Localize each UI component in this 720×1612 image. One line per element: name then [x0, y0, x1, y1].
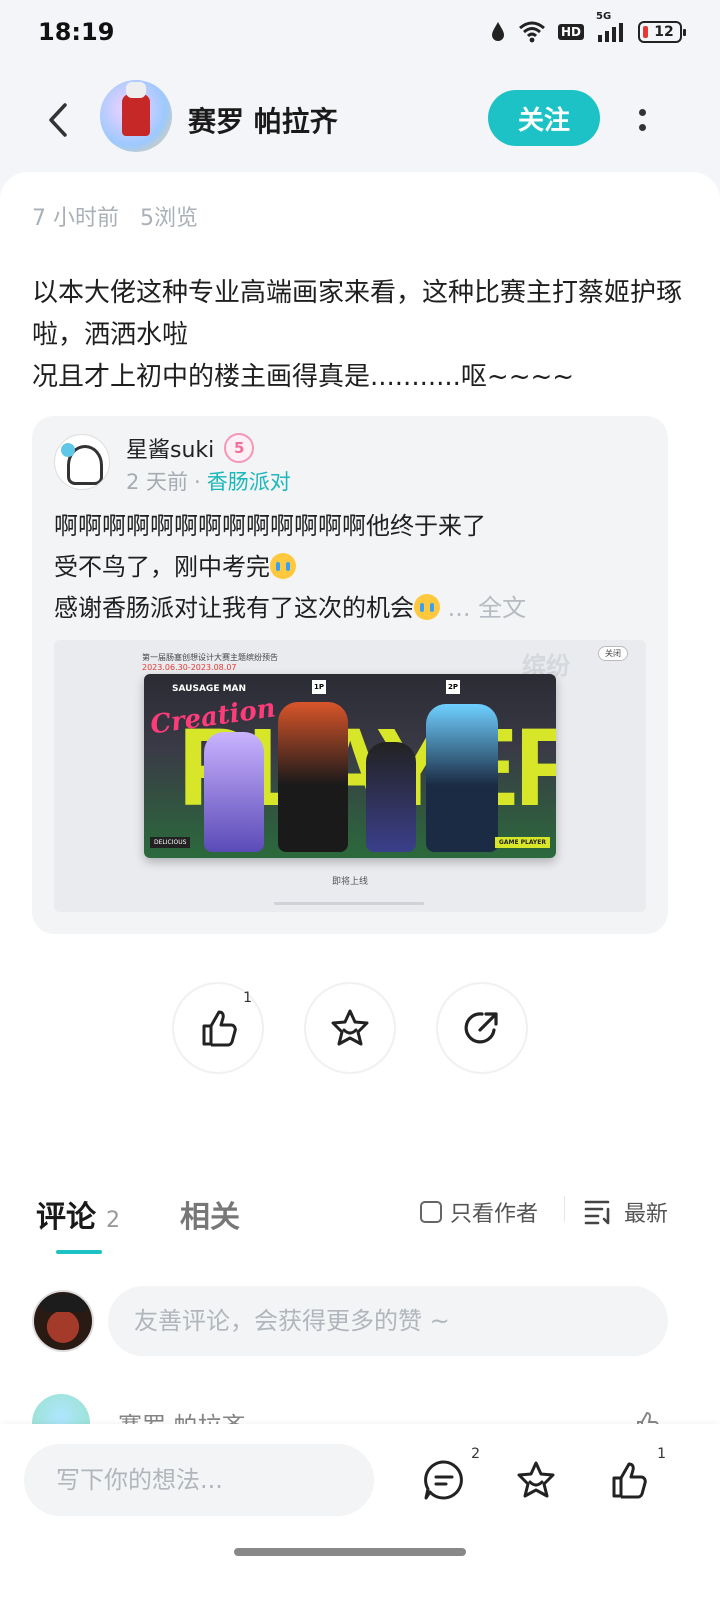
share-icon [464, 1012, 498, 1044]
level-badge-icon: 5 [224, 433, 255, 463]
network-label: 5G [596, 11, 612, 22]
banner-artwork: PLAYER SAUSAGE MAN Creation 1P 2P DELICI… [144, 674, 556, 858]
like-count: 1 [243, 990, 252, 1006]
post-views: 5浏览 [140, 206, 198, 231]
channel-link[interactable]: 香肠派对 [207, 470, 291, 494]
sort-icon [584, 1200, 610, 1225]
status-icons: HD 5G 12 [490, 11, 686, 43]
battery-icon: 12 [638, 21, 686, 43]
quoted-text: 啊啊啊啊啊啊啊啊啊啊啊啊啊他终于来了 受不鸟了，刚中考完 感谢香肠派对让我有了这… [54, 506, 654, 629]
meta-separator: · [194, 470, 201, 494]
crying-emoji-icon [270, 553, 296, 579]
quoted-image[interactable]: 第一届肠塞创想设计大赛主题缤纷预告 2023.06.30-2023.08.07 … [54, 640, 646, 912]
read-more-link[interactable]: ... 全文 [448, 594, 527, 622]
post-meta: 7 小时前 5浏览 [32, 200, 212, 232]
hd-badge: HD [557, 24, 584, 40]
only-author-toggle[interactable]: 只看作者 [420, 1196, 538, 1228]
status-time: 18:19 [38, 18, 115, 46]
chevron-left-icon [49, 103, 67, 137]
tab-related[interactable]: 相关 [180, 1192, 240, 1236]
banner-date: 2023.06.30-2023.08.07 [142, 663, 237, 672]
comment-input[interactable] [108, 1286, 668, 1356]
quoted-user[interactable]: 星酱suki 5 [126, 432, 255, 464]
sort-button[interactable]: 最新 [584, 1196, 668, 1228]
bottom-action-bar: 2 1 [0, 1424, 720, 1612]
drop-icon [490, 21, 506, 43]
only-author-label: 只看作者 [450, 1202, 539, 1227]
wifi-icon [518, 21, 546, 43]
comment-count: 2 [471, 1446, 480, 1462]
quoted-user-name: 星酱suki [126, 438, 215, 463]
follow-button[interactable]: 关注 [488, 90, 600, 146]
comment-bubble-icon [424, 1460, 463, 1500]
character-figure [278, 702, 348, 852]
banner-header: 第一届肠塞创想设计大赛主题缤纷预告 2023.06.30-2023.08.07 [142, 652, 278, 672]
signal-icon: 5G [596, 11, 626, 43]
write-thought-input[interactable] [24, 1444, 374, 1516]
divider [564, 1196, 565, 1222]
author-name[interactable]: 赛罗 帕拉齐 [188, 100, 338, 140]
thumbs-up-icon [612, 1462, 647, 1499]
thumbs-up-icon [202, 1010, 237, 1047]
author-avatar[interactable] [100, 80, 172, 152]
banner-title: 第一届肠塞创想设计大赛主题缤纷预告 [142, 653, 278, 662]
more-dot-icon [638, 109, 646, 116]
more-options-button[interactable] [630, 100, 654, 140]
quoted-line-3: 感谢香肠派对让我有了这次的机会 [54, 594, 414, 622]
like-button[interactable]: 1 [172, 982, 264, 1074]
favorite-button[interactable] [304, 982, 396, 1074]
post-card: 7 小时前 5浏览 以本大佬这种专业高端画家来看，这种比赛主打蔡姬护琢啦，洒洒水… [0, 172, 720, 1162]
favorite-button-bottom[interactable] [512, 1456, 560, 1504]
tab-comments-label: 评论 [36, 1200, 96, 1235]
quoted-line-1: 啊啊啊啊啊啊啊啊啊啊啊啊啊他终于来了 [54, 512, 486, 540]
character-figure [426, 704, 498, 852]
home-indicator[interactable] [234, 1548, 466, 1556]
star-icon [331, 1009, 369, 1046]
quoted-user-avatar[interactable] [54, 434, 110, 490]
character-figure [366, 742, 416, 852]
banner-bottom-text: 即将上线 [331, 877, 368, 887]
banner-brand: SAUSAGE MAN [172, 684, 247, 694]
more-dot-icon [638, 124, 646, 131]
like-count-bottom: 1 [657, 1446, 666, 1462]
status-bar: 18:19 HD 5G 12 [0, 0, 720, 64]
quoted-time: 2 天前 [126, 470, 189, 494]
banner-delicious: DELICIOUS [150, 837, 191, 848]
post-body: 以本大佬这种专业高端画家来看，这种比赛主打蔡姬护琢啦，洒洒水啦 况且才上初中的楼… [32, 278, 683, 392]
back-button[interactable] [38, 98, 78, 142]
banner-game-player: GAME PLAYER [494, 837, 550, 848]
crying-emoji-icon [414, 594, 440, 620]
banner-close-label: 关闭 [598, 646, 628, 661]
tab-comments-count: 2 [106, 1208, 120, 1233]
star-icon [517, 1461, 555, 1498]
quoted-line-2: 受不鸟了，刚中考完 [54, 553, 270, 581]
quoted-meta: 2 天前 · 香肠派对 [126, 466, 291, 496]
battery-level: 12 [654, 24, 674, 40]
tag-2p: 2P [446, 680, 460, 694]
character-figure [204, 732, 264, 852]
like-button-bottom[interactable]: 1 [606, 1446, 666, 1504]
banner-progress-bar [274, 902, 424, 905]
comment-button[interactable]: 2 [420, 1446, 480, 1504]
my-avatar [32, 1290, 94, 1352]
active-tab-indicator [56, 1250, 102, 1254]
tag-1p: 1P [312, 680, 326, 694]
checkbox-icon [420, 1201, 442, 1223]
quoted-post[interactable]: 星酱suki 5 2 天前 · 香肠派对 啊啊啊啊啊啊啊啊啊啊啊啊啊他终于来了 受不… [32, 416, 668, 934]
sort-label: 最新 [624, 1202, 669, 1227]
post-time: 7 小时前 [32, 206, 119, 231]
share-button[interactable] [436, 982, 528, 1074]
tab-comments[interactable]: 评论 2 [36, 1192, 120, 1236]
post-header: 赛罗 帕拉齐 关注 [0, 72, 720, 168]
